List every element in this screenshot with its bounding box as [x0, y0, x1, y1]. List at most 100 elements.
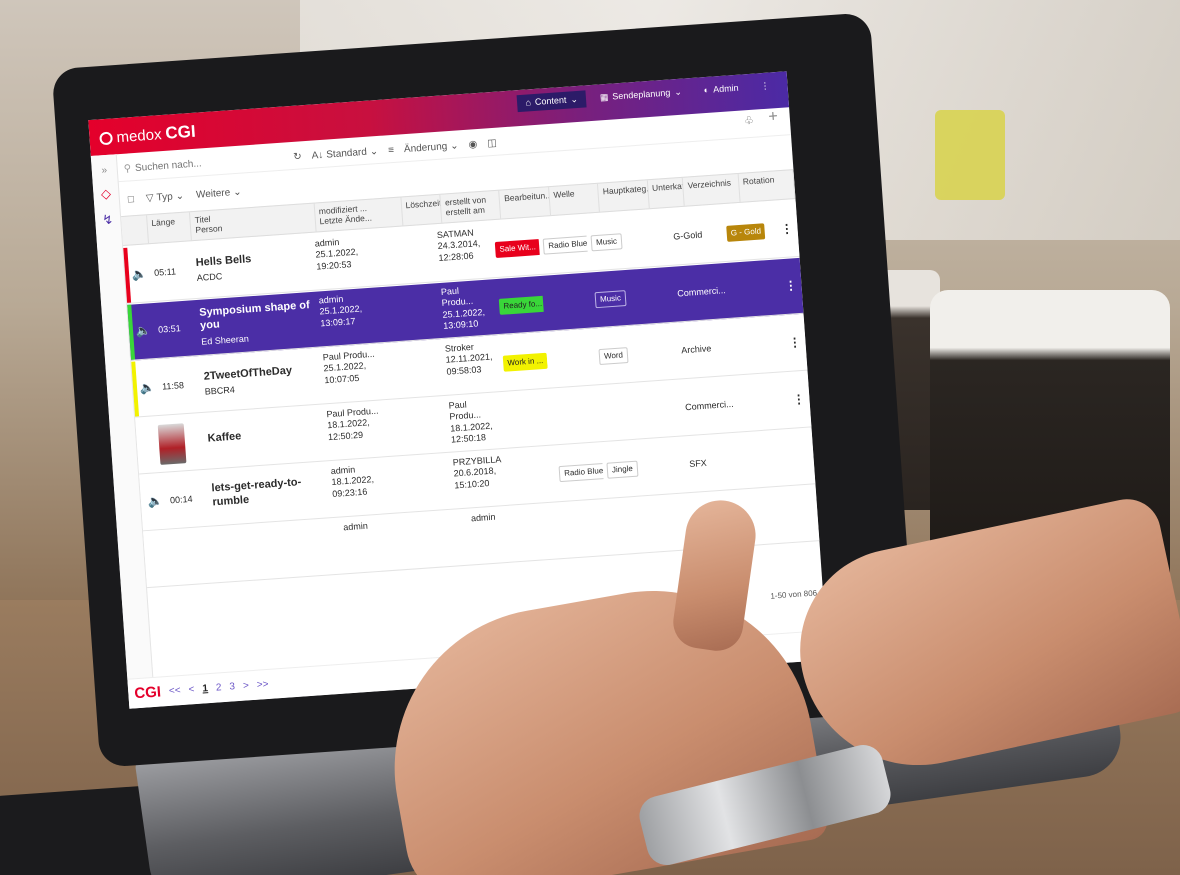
cell-modified: admin: [339, 512, 431, 573]
type-label: Typ: [156, 190, 174, 204]
cell-created: SATMAN 24.3.2014, 12:28:06: [432, 222, 493, 281]
header-rotation[interactable]: Rotation: [738, 170, 796, 202]
eye-icon[interactable]: ◉: [468, 139, 477, 151]
cell-directory: SFX: [688, 457, 708, 469]
app-logo[interactable]: medox CGI: [99, 122, 196, 149]
cell-modified: Paul Produ... 25.1.2022, 10:07:05: [318, 343, 406, 404]
cell-delete-time: [398, 283, 440, 341]
change-dropdown[interactable]: Änderung ⌄: [404, 140, 459, 155]
change-label: Änderung: [403, 141, 448, 156]
search-input[interactable]: [134, 153, 266, 174]
header-title[interactable]: Titel Person: [190, 203, 317, 241]
cell-rotation: G - Gold: [721, 202, 778, 261]
header-spacer: [121, 215, 149, 246]
cell-sub-category: [641, 324, 679, 381]
nav-sendeplanung-button[interactable]: ▦ Sendeplanung ⌄: [591, 83, 690, 107]
row-more-icon[interactable]: ⋮: [786, 372, 811, 428]
cell-main-category: Word: [593, 326, 645, 384]
row-more-icon[interactable]: ⋮: [782, 315, 807, 371]
page-first-button[interactable]: <<: [169, 685, 181, 697]
page-next-button[interactable]: >: [243, 680, 250, 691]
cell-delete-time: [406, 397, 448, 455]
cell-welle: [549, 386, 601, 444]
header-main-category[interactable]: Hauptkateg...: [598, 180, 650, 212]
cell-modified: Paul Produ... 18.1.2022, 12:50:29: [322, 400, 410, 461]
category-badge: Jingle: [606, 460, 639, 479]
cell-directory: Commerci...: [684, 398, 734, 413]
cell-rotation: [737, 430, 794, 489]
trash-icon[interactable]: ◫: [487, 138, 497, 150]
home-icon: ⌂: [525, 97, 532, 108]
page-1-button[interactable]: 1: [202, 683, 208, 694]
header-sub-category[interactable]: Unterkateg...: [647, 177, 686, 209]
diamond-icon[interactable]: ◇: [93, 185, 119, 203]
cell-status: Sale Wit...: [490, 219, 542, 277]
row-title: lets-get-ready-to-rumble: [211, 476, 302, 509]
cell-title: lets-get-ready-to-rumble: [206, 462, 330, 525]
header-label: Verzeichnis: [687, 177, 732, 191]
row-title: Kaffee: [207, 430, 242, 445]
cell-welle: Radio Blue: [553, 443, 605, 501]
sort-icon: A↓: [311, 149, 324, 162]
chevron-down-icon: ⌄: [175, 190, 185, 202]
chevron-down-icon: ⌄: [232, 186, 242, 198]
page-3-button[interactable]: 3: [229, 681, 235, 692]
refresh-icon[interactable]: ↻: [293, 151, 302, 163]
chevron-down-icon: ⌄: [369, 145, 379, 158]
page-last-button[interactable]: >>: [256, 679, 268, 691]
header-welle[interactable]: Welle: [548, 183, 601, 216]
cell-main-category: Music: [589, 269, 641, 327]
nav-content-label: Content: [534, 94, 567, 107]
cell-modified: admin 18.1.2022, 09:23:16: [326, 457, 414, 518]
logo-name: CGI: [164, 121, 197, 143]
more-menu-icon[interactable]: ⋮: [752, 76, 778, 95]
cell-length: 00:14: [169, 493, 193, 506]
coffee-thumbnail[interactable]: [158, 422, 187, 465]
cell-delete-time: [394, 226, 436, 284]
logo-brand: medox: [115, 125, 163, 146]
cell-modified: admin 25.1.2022, 13:09:17: [314, 286, 402, 347]
cell-title: Hells Bells ACDC: [190, 235, 314, 298]
cell-main-category: [597, 383, 649, 441]
list-sort-icon[interactable]: ≡: [388, 145, 395, 156]
chevron-down-icon: ⌄: [449, 140, 460, 152]
sort-dropdown[interactable]: A↓ Standard ⌄: [311, 146, 378, 162]
sort-label: Standard: [325, 146, 368, 161]
header-sublabel: erstellt am: [445, 204, 486, 218]
nav-content-button[interactable]: ⌂ Content ⌄: [516, 89, 587, 112]
folder-icon[interactable]: □: [128, 194, 135, 205]
header-directory[interactable]: Verzeichnis: [683, 173, 741, 206]
logo-circle-icon: [99, 130, 113, 145]
cell-welle: Radio Blue: [537, 216, 590, 274]
filter-icon: ▽: [145, 192, 154, 204]
category-badge: Music: [594, 289, 627, 308]
header-processing[interactable]: Bearbeitun...: [499, 187, 551, 219]
row-title: Symposium shape of you: [198, 298, 311, 333]
cell-delete-time: [426, 510, 470, 568]
cell-length: [169, 527, 217, 585]
expand-icon[interactable]: »: [91, 164, 117, 177]
created-time: 12:50:18: [450, 431, 487, 445]
row-more-icon[interactable]: [790, 428, 815, 484]
header-modified[interactable]: modifiziert ... Letzte Ände...: [314, 197, 403, 232]
status-badge: Work in ...: [502, 352, 548, 372]
page-2-button[interactable]: 2: [216, 682, 222, 693]
page-prev-button[interactable]: <: [188, 684, 195, 695]
header-label: Bearbeitun...: [503, 189, 551, 204]
header-length[interactable]: Länge: [146, 212, 193, 244]
cell-created: admin: [466, 506, 530, 565]
nav-sendeplanung-label: Sendeplanung: [611, 87, 671, 102]
row-more-icon[interactable]: ⋮: [778, 258, 803, 314]
row-more-icon[interactable]: ⋮: [774, 201, 799, 257]
header-created[interactable]: erstellt von erstellt am: [440, 190, 502, 223]
category-badge: Word: [598, 346, 629, 365]
cell-modified: admin 25.1.2022, 19:20:53: [310, 229, 398, 290]
more-filter[interactable]: Weitere ⌄: [196, 186, 242, 200]
header-delete-time[interactable]: Löschzeitp...: [400, 194, 443, 226]
cell-length: 05:11: [153, 266, 177, 278]
nav-admin-button[interactable]: ◐ Admin: [695, 79, 747, 99]
type-filter[interactable]: ▽ Typ ⌄: [146, 190, 185, 204]
lightning-icon[interactable]: ↯: [95, 211, 121, 229]
cell-sub-category: [637, 267, 675, 324]
cell-delete-time: [402, 340, 444, 398]
